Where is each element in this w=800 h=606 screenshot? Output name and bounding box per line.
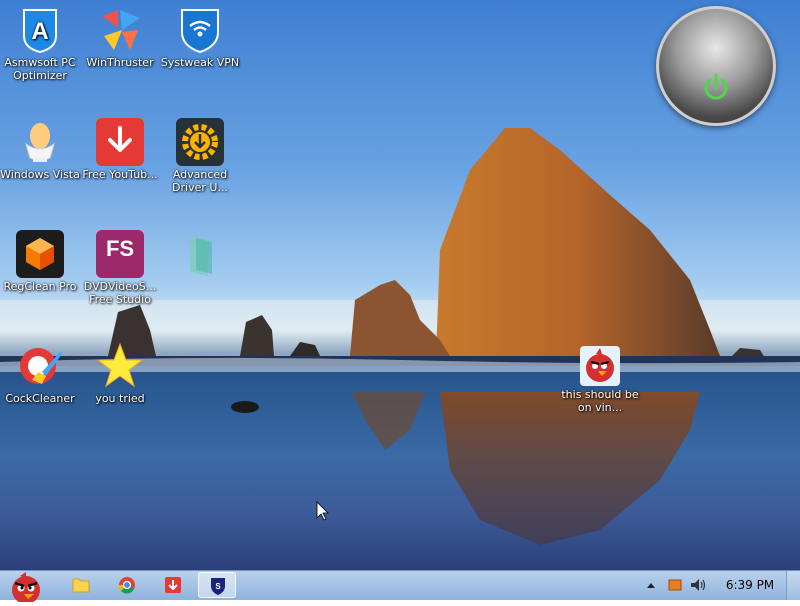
taskbar-free-youtube[interactable] (154, 572, 192, 598)
tray-overflow-button[interactable] (644, 572, 658, 598)
taskbar-file-explorer[interactable] (62, 572, 100, 598)
desktop-icon-advanced-driver[interactable]: Advanced Driver U... (160, 118, 240, 194)
taskbar-systweak-vpn[interactable]: S (198, 572, 236, 598)
chrome-icon (118, 577, 135, 594)
winthruster-icon (96, 6, 144, 54)
star-icon (96, 342, 144, 390)
download-arrow-icon (165, 577, 181, 593)
desktop-icon-label: WinThruster (86, 56, 154, 69)
desktop-icon-winthruster[interactable]: WinThruster (80, 6, 160, 69)
egg-cup-icon (16, 118, 64, 166)
desktop-icon-asmwsoft[interactable]: A Asmwsoft PC Optimizer (0, 6, 80, 82)
chevron-up-icon (647, 583, 655, 588)
systweak-vpn-icon (176, 6, 224, 54)
desktop-icon-label: Free YouTub... (82, 168, 158, 181)
asmwsoft-icon: A (16, 6, 64, 54)
gear-download-icon (176, 118, 224, 166)
desktop-icon-label: Systweak VPN (160, 56, 240, 69)
tray-app-icon[interactable] (666, 572, 684, 598)
fs-logo-text: FS (105, 236, 135, 261)
regclean-cube-icon (16, 230, 64, 278)
desktop-icon-windows-vista[interactable]: Windows Vista (0, 118, 80, 181)
angry-bird-start-icon (12, 572, 40, 604)
desktop-icon-regclean-pro[interactable]: RegClean Pro (0, 230, 80, 293)
taskbar-chrome[interactable] (108, 572, 146, 598)
show-desktop-button[interactable] (786, 571, 800, 600)
desktop-icon-label: Windows Vista (0, 168, 80, 181)
desktop-icon-label: Advanced Driver U... (172, 168, 228, 194)
desktop-icon-free-youtube[interactable]: Free YouTub... (80, 118, 160, 181)
desktop-icon-label: CockCleaner (5, 392, 75, 405)
tray-volume[interactable] (688, 572, 708, 598)
speaker-icon (691, 579, 706, 591)
desktop-icon-label: this should be on vin... (561, 388, 639, 414)
glass-pane-icon (176, 230, 224, 278)
svg-text:A: A (31, 18, 48, 45)
angry-bird-icon (580, 346, 620, 386)
desktop-icon-label: Asmwsoft PC Optimizer (4, 56, 76, 82)
desktop-icon-angry-birds[interactable]: this should be on vin... (560, 346, 640, 414)
shield-icon: S (211, 578, 225, 595)
desktop-icon-systweak-vpn[interactable]: Systweak VPN (160, 6, 240, 69)
power-icon[interactable] (700, 72, 732, 104)
download-arrow-icon (96, 118, 144, 166)
desktop-icon-glass-folder[interactable] (160, 230, 240, 280)
desktop-icon-label: RegClean Pro (3, 280, 77, 293)
desktop-icon-cockcleaner[interactable]: CockCleaner (0, 342, 80, 405)
desktop-icon-label: you tried (95, 392, 145, 405)
start-button[interactable] (2, 572, 46, 604)
power-gadget[interactable] (656, 6, 776, 126)
orange-app-icon (668, 579, 682, 591)
ccleaner-brush-icon (16, 342, 64, 390)
taskbar-clock[interactable]: 6:39 PM (718, 578, 782, 592)
folder-icon (72, 578, 90, 593)
desktop-icon-label: DVDVideoS... Free Studio (83, 280, 157, 306)
svg-text:S: S (215, 582, 221, 591)
desktop-icon-dvdvideosoft[interactable]: FS DVDVideoS... Free Studio (80, 230, 160, 306)
fs-logo-icon: FS (96, 230, 144, 278)
desktop-icon-you-tried[interactable]: you tried (80, 342, 160, 405)
